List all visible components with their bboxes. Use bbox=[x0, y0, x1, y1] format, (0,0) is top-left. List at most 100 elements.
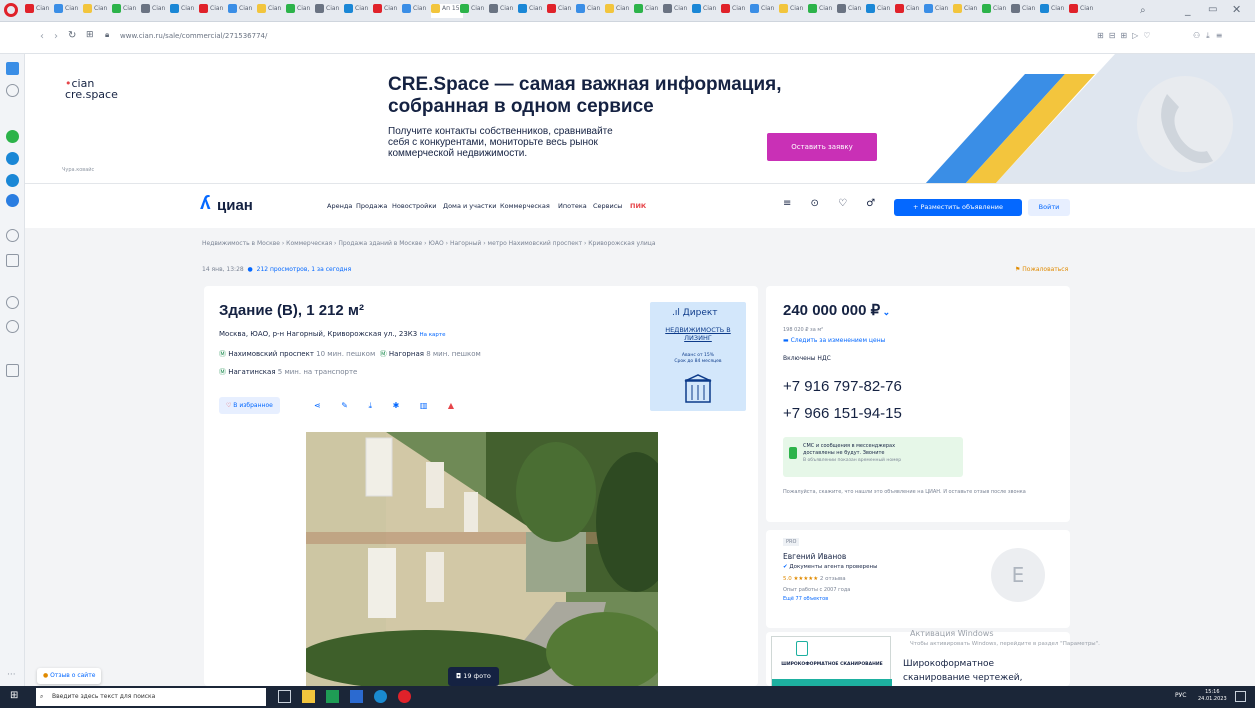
excel-icon[interactable] bbox=[326, 690, 339, 703]
browser-tab[interactable]: Cian bbox=[1011, 4, 1038, 18]
nav-item[interactable]: Аренда bbox=[327, 202, 352, 210]
browser-tab[interactable]: Cian bbox=[982, 4, 1009, 18]
player-icon[interactable] bbox=[6, 229, 19, 242]
word-icon[interactable] bbox=[350, 690, 363, 703]
browser-tab[interactable]: Cian bbox=[112, 4, 139, 18]
edge-icon[interactable] bbox=[374, 690, 387, 703]
browser-tab[interactable]: Cian bbox=[228, 4, 255, 18]
nav-item[interactable]: Дома и участки bbox=[443, 202, 496, 210]
language-indicator[interactable]: РУС bbox=[1175, 692, 1186, 699]
windows-start-icon[interactable]: ⊞ bbox=[10, 690, 23, 703]
speed-dial-icon[interactable]: ⊞ bbox=[86, 30, 94, 40]
login-button[interactable]: Войти bbox=[1028, 199, 1070, 216]
browser-tab[interactable]: Cian bbox=[489, 4, 516, 18]
nav-item[interactable]: ПИК bbox=[630, 202, 646, 210]
messenger-icon[interactable] bbox=[6, 152, 19, 165]
browser-tab[interactable]: Cian bbox=[402, 4, 429, 18]
breadcrumb[interactable]: Недвижимость в Москве › Коммерческая › П… bbox=[202, 240, 656, 247]
browser-tab[interactable]: Ап 15 × bbox=[431, 4, 463, 18]
history-icon[interactable] bbox=[6, 320, 19, 333]
phone-1[interactable]: +7 916 797-82-76 bbox=[783, 378, 902, 395]
browser-tab[interactable]: Cian bbox=[750, 4, 777, 18]
task-view-icon[interactable] bbox=[278, 690, 291, 703]
nav-item[interactable]: Продажа bbox=[356, 202, 387, 210]
maximize-icon[interactable]: ▭ bbox=[1208, 4, 1217, 15]
listing-views[interactable]: 212 просмотров, 1 за сегодня bbox=[257, 266, 352, 273]
reload-icon[interactable]: ↻ bbox=[68, 30, 76, 41]
browser-tab[interactable]: Cian bbox=[286, 4, 313, 18]
browser-tab[interactable]: Cian bbox=[460, 4, 487, 18]
minimize-icon[interactable]: _ bbox=[1185, 3, 1191, 16]
metro-name[interactable]: Нахимовский проспект bbox=[228, 350, 314, 358]
browser-tab[interactable]: Cian bbox=[808, 4, 835, 18]
home-icon[interactable] bbox=[6, 84, 19, 97]
send-icon[interactable] bbox=[6, 254, 19, 267]
nav-item[interactable]: Сервисы bbox=[593, 202, 622, 210]
listing-photo[interactable] bbox=[306, 432, 658, 686]
agent-objects-link[interactable]: Ещё 77 объектов bbox=[783, 596, 828, 602]
vk-icon[interactable] bbox=[6, 194, 19, 207]
clock[interactable]: 15:16 24.01.2023 bbox=[1198, 689, 1227, 703]
banner-cta-button[interactable]: Оставить заявку bbox=[767, 133, 877, 161]
browser-tab[interactable]: Cian bbox=[170, 4, 197, 18]
heart-icon[interactable] bbox=[6, 296, 19, 309]
browser-tab[interactable]: Cian bbox=[1069, 4, 1096, 18]
back-icon[interactable]: ‹ bbox=[40, 31, 44, 42]
header-icons[interactable]: ≡ ⊙ ♡ ♂ bbox=[783, 198, 883, 209]
direkt-ad[interactable]: .ıl Директ НЕДВИЖИМОСТЬ В ЛИЗИНГ Аванс о… bbox=[650, 302, 746, 411]
metro-name[interactable]: Нагатинская bbox=[228, 368, 275, 376]
browser-tab[interactable]: Cian bbox=[576, 4, 603, 18]
browser-tab[interactable]: Cian bbox=[953, 4, 980, 18]
cian-logo-mark[interactable]: ʎ bbox=[200, 193, 211, 215]
browser-tab[interactable]: Cian bbox=[779, 4, 806, 18]
address-bar-actions[interactable]: ⊞⊟⊞▷♡ bbox=[1097, 31, 1155, 40]
more-icon[interactable]: ··· bbox=[7, 670, 16, 680]
browser-tab[interactable]: Cian bbox=[547, 4, 574, 18]
browser-tab[interactable]: Cian bbox=[924, 4, 951, 18]
nav-item[interactable]: Новостройки bbox=[392, 202, 437, 210]
browser-tab[interactable]: Cian bbox=[141, 4, 168, 18]
taskbar-search[interactable]: ⌕ Введите здесь текст для поиска bbox=[36, 688, 266, 706]
browser-tab[interactable]: Cian bbox=[837, 4, 864, 18]
browser-tab[interactable]: Cian bbox=[1040, 4, 1067, 18]
browser-tab[interactable]: Cian bbox=[866, 4, 893, 18]
reviews-link[interactable]: 2 отзыва bbox=[820, 576, 846, 582]
sidebar-app-icon[interactable] bbox=[6, 62, 19, 75]
avatar[interactable]: E bbox=[991, 548, 1045, 602]
browser-tab[interactable]: Cian bbox=[315, 4, 342, 18]
browser-tab[interactable]: Cian bbox=[692, 4, 719, 18]
warning-icon[interactable]: ▲ bbox=[448, 401, 463, 410]
phone-2[interactable]: +7 966 151-94-15 bbox=[783, 405, 902, 422]
browser-tab[interactable]: Cian bbox=[83, 4, 110, 18]
close-window-icon[interactable]: ✕ bbox=[1232, 3, 1241, 16]
browser-tab[interactable]: Cian bbox=[721, 4, 748, 18]
toolbar-extensions[interactable]: ⚇⤓≡ bbox=[1193, 31, 1228, 41]
agent-name[interactable]: Евгений Иванов bbox=[783, 552, 846, 561]
opera-logo-icon[interactable] bbox=[4, 3, 18, 17]
whatsapp-icon[interactable] bbox=[6, 130, 19, 143]
browser-tab[interactable]: Cian bbox=[344, 4, 371, 18]
nav-item[interactable]: Коммерческая bbox=[500, 202, 550, 210]
browser-tab[interactable]: Cian bbox=[54, 4, 81, 18]
cre-space-banner[interactable]: •cian cre.space Чура.ковайс CRE.Space — … bbox=[25, 54, 1255, 184]
feedback-button[interactable]: ● Отзыв о сайте bbox=[37, 668, 102, 684]
browser-tab[interactable]: Cian bbox=[518, 4, 545, 18]
opera-taskbar-icon[interactable] bbox=[398, 690, 411, 703]
url-field[interactable]: www.cian.ru/sale/commercial/271536774/ bbox=[120, 32, 267, 40]
watch-price-link[interactable]: ▬ Следить за изменением цены bbox=[783, 337, 885, 344]
browser-tab[interactable]: Cian bbox=[663, 4, 690, 18]
browser-tab[interactable]: Cian bbox=[199, 4, 226, 18]
cian-logo[interactable]: циан bbox=[217, 197, 253, 214]
browser-tab[interactable]: Cian bbox=[373, 4, 400, 18]
map-link[interactable]: На карте bbox=[419, 332, 445, 338]
search-tabs-icon[interactable]: ⌕ bbox=[1140, 5, 1146, 16]
browser-tab[interactable]: Cian bbox=[895, 4, 922, 18]
browser-tab[interactable]: Cian bbox=[25, 4, 52, 18]
complain-link[interactable]: ⚑ Пожаловаться bbox=[1015, 266, 1068, 273]
telegram-icon[interactable] bbox=[6, 174, 19, 187]
browser-tab[interactable]: Cian bbox=[257, 4, 284, 18]
photo-count-badge[interactable]: ◘ 19 фото bbox=[448, 667, 499, 686]
explorer-icon[interactable] bbox=[302, 690, 315, 703]
pinboard-icon[interactable] bbox=[6, 364, 19, 377]
forward-icon[interactable]: › bbox=[54, 31, 58, 42]
